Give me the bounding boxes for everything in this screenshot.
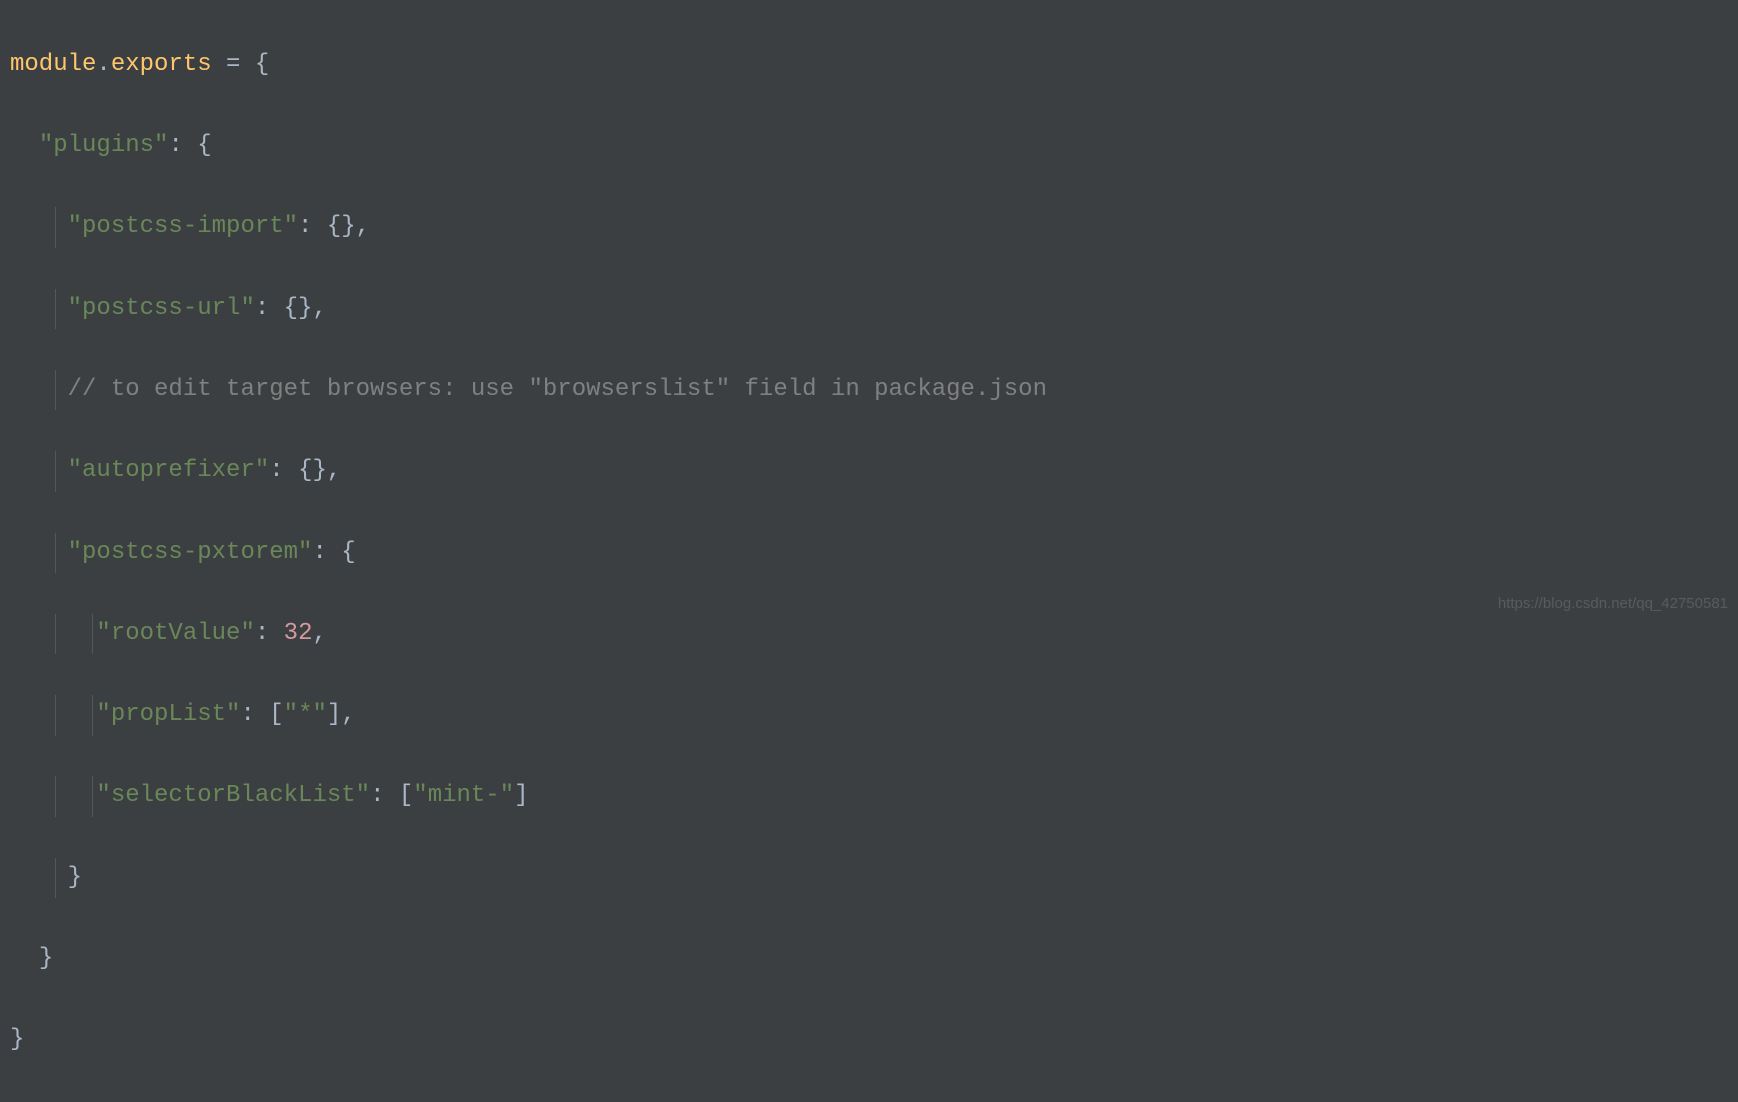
token-key: "postcss-pxtorem" bbox=[68, 539, 313, 566]
indent bbox=[10, 945, 39, 972]
indent bbox=[10, 539, 68, 566]
token-bracket-close: ] bbox=[514, 782, 528, 809]
indent bbox=[10, 295, 68, 322]
code-editor[interactable]: module.exports = { "plugins": { "postcss… bbox=[0, 4, 1738, 1102]
code-line-7: "postcss-pxtorem": { bbox=[10, 533, 1738, 574]
token-key: "autoprefixer" bbox=[68, 457, 270, 484]
indent bbox=[10, 620, 96, 647]
token-key: "postcss-import" bbox=[68, 213, 298, 240]
token-key: "propList" bbox=[96, 701, 240, 728]
token-value: {} bbox=[327, 213, 356, 240]
code-line-11: } bbox=[10, 858, 1738, 899]
indent bbox=[10, 864, 68, 891]
token-bracket-open: [ bbox=[399, 782, 413, 809]
token-brace: } bbox=[39, 945, 53, 972]
token-comma: , bbox=[341, 701, 355, 728]
token-bracket-close: ] bbox=[327, 701, 341, 728]
token-bracket-open: [ bbox=[269, 701, 283, 728]
token-colon: : bbox=[255, 295, 284, 322]
token-comment: // to edit target browsers: use "browser… bbox=[68, 376, 1047, 403]
token-colon: : bbox=[168, 132, 197, 159]
token-dot: . bbox=[96, 51, 110, 78]
token-equals: = bbox=[212, 51, 255, 78]
code-line-4: "postcss-url": {}, bbox=[10, 289, 1738, 330]
code-line-13: } bbox=[10, 1020, 1738, 1061]
token-colon: : bbox=[255, 620, 284, 647]
token-module: module bbox=[10, 51, 96, 78]
token-brace: { bbox=[341, 539, 355, 566]
indent bbox=[10, 132, 39, 159]
code-line-9: "propList": ["*"], bbox=[10, 695, 1738, 736]
indent bbox=[10, 376, 68, 403]
token-comma: , bbox=[327, 457, 341, 484]
code-line-3: "postcss-import": {}, bbox=[10, 207, 1738, 248]
token-exports: exports bbox=[111, 51, 212, 78]
token-key: "plugins" bbox=[39, 132, 169, 159]
indent bbox=[10, 457, 68, 484]
token-key: "rootValue" bbox=[96, 620, 254, 647]
indent bbox=[10, 213, 68, 240]
token-colon: : bbox=[312, 539, 341, 566]
token-colon: : bbox=[370, 782, 399, 809]
token-key: "selectorBlackList" bbox=[96, 782, 370, 809]
token-brace: } bbox=[10, 1026, 24, 1053]
indent bbox=[10, 701, 96, 728]
code-line-12: } bbox=[10, 939, 1738, 980]
token-comma: , bbox=[356, 213, 370, 240]
token-comma: , bbox=[312, 295, 326, 322]
token-number: 32 bbox=[284, 620, 313, 647]
code-line-10: "selectorBlackList": ["mint-"] bbox=[10, 776, 1738, 817]
code-line-1: module.exports = { bbox=[10, 45, 1738, 86]
indent bbox=[10, 782, 96, 809]
token-colon: : bbox=[240, 701, 269, 728]
token-comma: , bbox=[312, 620, 326, 647]
code-line-2: "plugins": { bbox=[10, 126, 1738, 167]
token-brace: { bbox=[255, 51, 269, 78]
token-colon: : bbox=[298, 213, 327, 240]
token-value: {} bbox=[298, 457, 327, 484]
code-line-6: "autoprefixer": {}, bbox=[10, 451, 1738, 492]
watermark-text: https://blog.csdn.net/qq_42750581 bbox=[1498, 591, 1728, 617]
token-brace: } bbox=[68, 864, 82, 891]
token-key: "postcss-url" bbox=[68, 295, 255, 322]
code-line-5: // to edit target browsers: use "browser… bbox=[10, 370, 1738, 411]
token-brace: { bbox=[197, 132, 211, 159]
token-value: {} bbox=[284, 295, 313, 322]
token-colon: : bbox=[269, 457, 298, 484]
token-value: "*" bbox=[284, 701, 327, 728]
token-value: "mint-" bbox=[413, 782, 514, 809]
